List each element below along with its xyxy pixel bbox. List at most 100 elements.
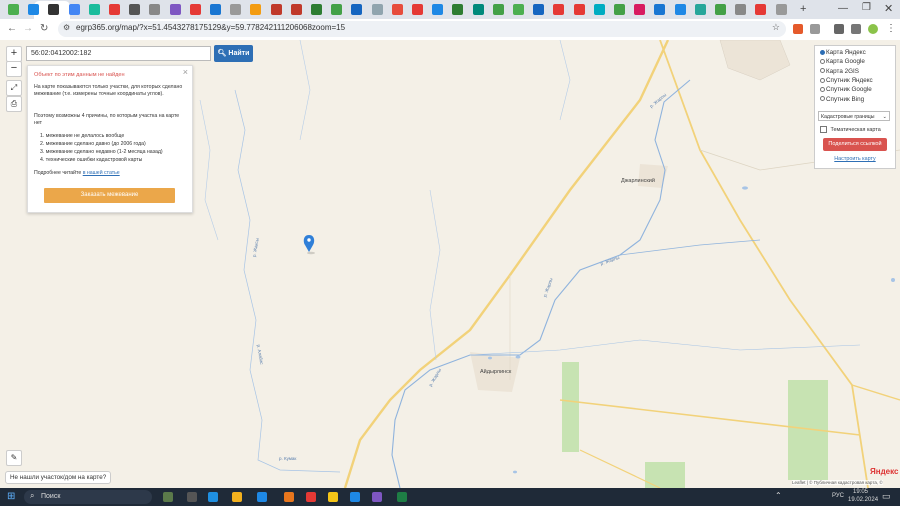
- tab-favicon-icon[interactable]: [88, 4, 100, 15]
- map-area[interactable]: Джарлинский Айдырлинск р. Жарлы р. Жарлы…: [0, 40, 900, 488]
- clock-date[interactable]: 19.02.2024: [848, 497, 878, 503]
- tab-favicon-icon[interactable]: [694, 4, 706, 15]
- tab-favicon-icon[interactable]: [8, 4, 19, 15]
- extension-icon[interactable]: [810, 24, 820, 34]
- tab-favicon-icon[interactable]: [593, 4, 605, 15]
- layer-option[interactable]: Спутник Google: [820, 86, 872, 94]
- tab-favicon-icon[interactable]: [553, 4, 565, 15]
- forward-icon[interactable]: →: [23, 23, 33, 35]
- windows-start-icon[interactable]: ⊞: [7, 491, 15, 502]
- tab-favicon-icon[interactable]: [715, 4, 726, 15]
- tray-chevron-icon[interactable]: ⌃: [775, 491, 782, 500]
- tab-favicon-icon[interactable]: [290, 4, 302, 15]
- bookmark-star-icon[interactable]: ☆: [772, 22, 780, 33]
- cadastral-search-input[interactable]: [26, 46, 211, 61]
- print-icon[interactable]: ⎙: [6, 96, 22, 112]
- notification-icon[interactable]: ▭: [882, 491, 891, 502]
- tab-favicon-icon[interactable]: [210, 4, 221, 15]
- extension-icon[interactable]: [793, 24, 803, 34]
- reason-item: 3. межевание сделано недавно (1-2 месяца…: [40, 149, 163, 155]
- taskbar-app-icon[interactable]: [257, 492, 267, 502]
- taskbar-search[interactable]: ⌕ Поиск: [24, 490, 152, 504]
- taskbar-app-icon[interactable]: [328, 492, 338, 502]
- tab-favicon-icon[interactable]: [533, 4, 545, 15]
- thematic-map-checkbox[interactable]: Тематическая карта: [820, 126, 881, 134]
- keyboard-language[interactable]: РУС: [832, 493, 844, 499]
- tab-favicon-icon[interactable]: [573, 4, 585, 15]
- tab-favicon-icon[interactable]: [775, 4, 787, 15]
- omnibox[interactable]: ⚙ egrp365.org/map/?x=51.4543278175129&y=…: [58, 21, 786, 37]
- tab-favicon-icon[interactable]: [634, 4, 646, 15]
- tab-favicon-icon[interactable]: [432, 4, 444, 15]
- tab-favicon-icon[interactable]: [492, 4, 504, 15]
- tab-favicon-icon[interactable]: [351, 4, 363, 15]
- tab-favicon-icon[interactable]: [371, 4, 383, 15]
- taskbar-app-icon[interactable]: [372, 492, 382, 502]
- profile-avatar[interactable]: [868, 24, 878, 34]
- reason-item: 2. межевание сделано давно (до 2006 года…: [40, 141, 146, 147]
- tab-favicon-icon[interactable]: [472, 4, 484, 15]
- tab-favicon-icon[interactable]: [230, 4, 242, 15]
- back-icon[interactable]: ←: [7, 23, 17, 35]
- tab-favicon-icon[interactable]: [614, 4, 625, 15]
- taskbar-app-icon[interactable]: [306, 492, 316, 502]
- draw-pencil-icon[interactable]: ✎: [6, 450, 22, 466]
- site-info-icon[interactable]: ⚙: [63, 23, 70, 32]
- close-window-icon[interactable]: ✕: [884, 2, 893, 15]
- menu-icon[interactable]: ⋮: [886, 23, 896, 34]
- tab-favicon-icon[interactable]: [331, 4, 343, 15]
- layer-option[interactable]: Спутник Яндекс: [820, 77, 873, 85]
- tab-favicon-icon[interactable]: [391, 4, 403, 15]
- location-marker[interactable]: [303, 235, 315, 255]
- tab-favicon-icon[interactable]: [250, 4, 262, 15]
- tab-favicon-icon[interactable]: [735, 4, 747, 15]
- tab-favicon-icon[interactable]: [412, 4, 423, 15]
- tab-favicon-icon[interactable]: [109, 4, 120, 15]
- reload-icon[interactable]: ↻: [40, 23, 48, 35]
- tab-favicon-icon[interactable]: [513, 4, 524, 15]
- article-link[interactable]: в нашей статье: [83, 170, 120, 176]
- tab-favicon-icon[interactable]: [129, 4, 141, 15]
- taskbar-app-icon[interactable]: [284, 492, 294, 502]
- new-tab-button[interactable]: +: [800, 3, 806, 15]
- boundaries-select[interactable]: Кадастровые границы ⌄: [818, 111, 890, 121]
- tab-favicon-icon[interactable]: [311, 4, 322, 15]
- taskbar-app-icon[interactable]: [208, 492, 218, 502]
- tab-favicon-icon[interactable]: [189, 4, 201, 15]
- minimize-icon[interactable]: —: [838, 3, 848, 14]
- tab-favicon-icon[interactable]: [654, 4, 666, 15]
- layer-option[interactable]: Спутник Bing: [820, 96, 864, 104]
- place-label: Айдырлинск: [480, 369, 512, 375]
- not-found-link[interactable]: Не нашли участок/дом на карте?: [5, 471, 112, 484]
- layer-option[interactable]: Карта Google: [820, 58, 865, 66]
- share-link-button[interactable]: Поделиться ссылкой: [823, 138, 887, 151]
- tab-favicon-icon[interactable]: [149, 4, 161, 15]
- tab-favicon-icon[interactable]: [48, 4, 60, 15]
- tab-favicon-icon[interactable]: [452, 4, 464, 15]
- zoom-in-button[interactable]: +: [6, 46, 22, 62]
- taskbar-app-icon[interactable]: [350, 492, 360, 502]
- customize-map-link[interactable]: Настроить карту: [815, 156, 895, 162]
- order-survey-button[interactable]: Заказать межевание: [44, 188, 175, 203]
- tab-favicon-icon[interactable]: [169, 4, 181, 15]
- extension-icon[interactable]: [834, 24, 844, 34]
- tab-favicon-icon[interactable]: [755, 4, 767, 15]
- side-panel-icon[interactable]: [851, 24, 861, 34]
- fullscreen-icon[interactable]: ⤢: [6, 80, 22, 96]
- taskbar-app-icon[interactable]: [163, 492, 173, 502]
- tab-favicon-icon[interactable]: [270, 4, 282, 15]
- tab-favicon-icon[interactable]: [68, 4, 80, 15]
- find-button[interactable]: 🔍︎ Найти: [214, 45, 253, 62]
- clock-time[interactable]: 19:05: [853, 489, 868, 495]
- tab-favicon-icon[interactable]: [28, 4, 40, 15]
- find-button-label: Найти: [228, 50, 250, 57]
- tab-favicon-icon[interactable]: [674, 4, 686, 15]
- taskbar-app-icon[interactable]: [397, 492, 407, 502]
- maximize-icon[interactable]: ❐: [862, 2, 871, 13]
- zoom-out-button[interactable]: −: [6, 61, 22, 77]
- taskbar-app-icon[interactable]: [187, 492, 197, 502]
- taskbar-app-icon[interactable]: [232, 492, 242, 502]
- layer-option[interactable]: Карта 2GIS: [820, 68, 859, 76]
- layer-option[interactable]: Карта Яндекс: [820, 49, 866, 57]
- radio-icon: [820, 59, 825, 65]
